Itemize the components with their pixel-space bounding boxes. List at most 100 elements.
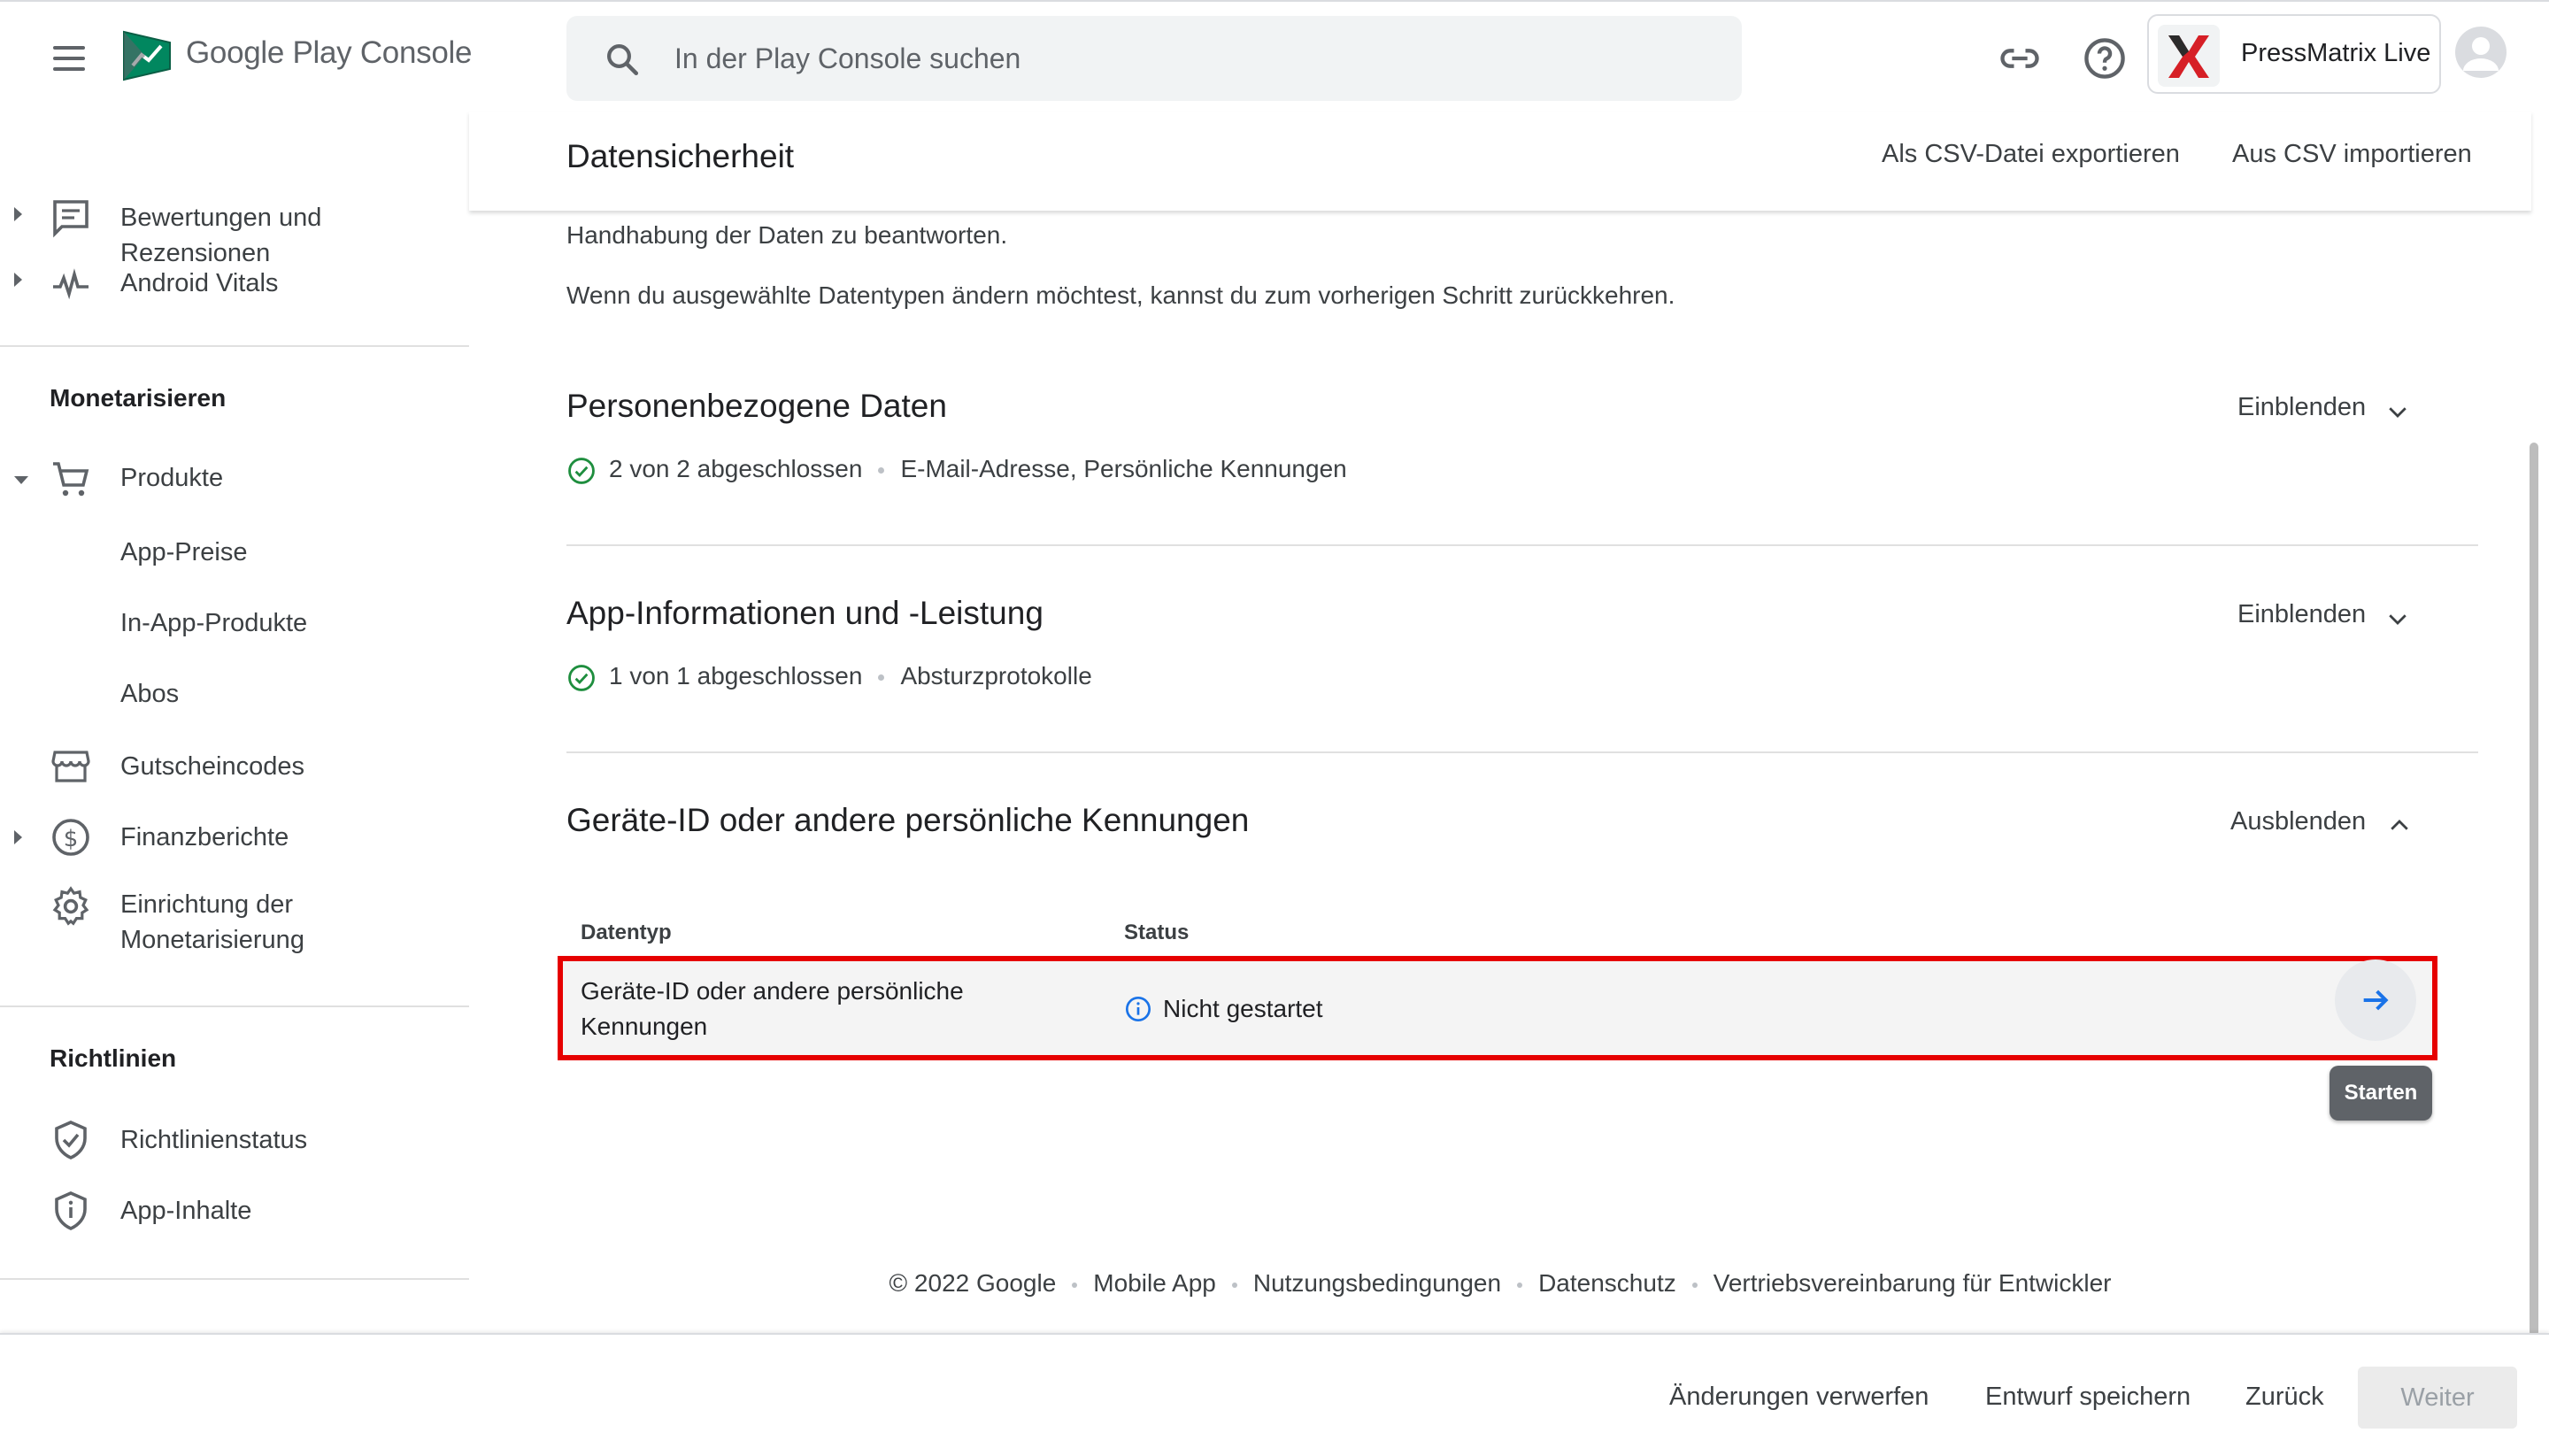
menu-icon[interactable] — [46, 35, 96, 81]
divider — [566, 544, 2478, 546]
shield-info-icon — [55, 1191, 87, 1230]
sidebar-item-subscriptions[interactable]: Abos — [120, 680, 179, 709]
sidebar-item-promo-codes[interactable]: Gutscheincodes — [0, 742, 469, 795]
progress-text: 2 von 2 abgeschlossen — [609, 455, 863, 482]
toggle-label: Ausblenden — [2230, 807, 2367, 836]
sidebar-item-label: Richtlinienstatus — [120, 1126, 308, 1154]
divider — [566, 751, 2478, 753]
section-title: App-Informationen und -Leistung — [566, 595, 1043, 631]
help-icon[interactable] — [2082, 35, 2128, 81]
vitals-icon — [53, 268, 89, 300]
divider — [0, 1005, 469, 1007]
gear-icon — [52, 886, 89, 926]
export-csv-button[interactable]: Als CSV-Datei exportieren — [1882, 140, 2180, 169]
section-status: 1 von 1 abgeschlossen Absturzprotokolle — [566, 662, 1092, 693]
section-title: Geräte-ID oder andere persönliche Kennun… — [566, 802, 1250, 838]
save-draft-button[interactable]: Entwurf speichern — [1985, 1383, 2191, 1412]
sidebar-item-app-prices[interactable]: App-Preise — [120, 538, 247, 567]
main-content: Handhabung der Daten zu beantworten. Wen… — [469, 211, 2531, 1331]
section-title-monetize: Monetarisieren — [50, 384, 227, 412]
play-console-logo — [123, 30, 171, 81]
collapse-toggle[interactable]: Ausblenden — [2230, 807, 2416, 836]
expand-toggle[interactable]: Einblenden — [2237, 600, 2414, 629]
chevron-down-icon — [2389, 614, 2407, 625]
expand-arrow-icon[interactable] — [14, 273, 22, 287]
chevron-down-icon — [2389, 407, 2407, 418]
divider — [0, 345, 469, 347]
brand-title[interactable]: Google Play Console — [186, 35, 472, 71]
account-icon — [2463, 37, 2499, 71]
search-bar[interactable] — [566, 16, 1742, 101]
reviews-icon — [53, 200, 89, 238]
next-button[interactable]: Weiter — [2358, 1367, 2517, 1429]
info-icon — [1126, 997, 1151, 1021]
chevron-up-icon — [2391, 820, 2408, 830]
avatar[interactable] — [2455, 27, 2507, 78]
page-title: Datensicherheit — [566, 138, 795, 174]
sidebar-item-label: App-Inhalte — [120, 1197, 252, 1225]
toggle-label: Einblenden — [2237, 600, 2367, 628]
footer: © 2022 Google Mobile App Nutzungsbedingung… — [469, 1269, 2531, 1298]
app-switcher[interactable]: PressMatrix Live — [2147, 14, 2441, 94]
import-csv-button[interactable]: Aus CSV importieren — [2232, 140, 2472, 169]
check-circle-icon — [568, 457, 595, 484]
sidebar-item-label: Einrichtung der Monetarisierung — [120, 890, 304, 954]
sidebar-item-app-content[interactable]: App-Inhalte — [0, 1188, 469, 1241]
sidebar-item-label: Bewertungen und Rezensionen — [120, 204, 322, 267]
collapse-arrow-icon[interactable] — [14, 476, 28, 484]
column-header-status: Status — [1124, 921, 1190, 944]
section-title-policy: Richtlinien — [50, 1044, 177, 1072]
page-header: Datensicherheit Als CSV-Datei exportiere… — [469, 112, 2531, 211]
expand-arrow-icon[interactable] — [14, 830, 22, 844]
progress-text: 1 von 1 abgeschlossen — [609, 662, 863, 689]
svg-text:$: $ — [64, 826, 79, 852]
sidebar-item-monetization-setup[interactable]: Einrichtung der Monetarisierung — [0, 883, 469, 963]
store-icon — [51, 751, 90, 782]
dollar-icon: $ — [52, 819, 89, 856]
sidebar-item-android-vitals[interactable]: Android Vitals — [0, 262, 469, 315]
data-types-text: E-Mail-Adresse, Persönliche Kennungen — [900, 455, 1347, 482]
footer-link-developer-agreement[interactable]: Vertriebsvereinbarung für Entwickler — [1713, 1269, 2112, 1298]
sidebar-item-reviews[interactable]: Bewertungen und Rezensionen — [0, 154, 469, 267]
search-icon — [607, 44, 639, 76]
table-row[interactable]: Geräte-ID oder andere persönliche Kennun… — [558, 956, 2437, 1060]
brand-google: Google Play — [186, 35, 352, 70]
intro-text: Wenn du ausgewählte Datentypen ändern mö… — [566, 281, 1675, 309]
back-button[interactable]: Zurück — [2245, 1383, 2324, 1412]
search-input[interactable] — [674, 16, 1719, 101]
footer-link-mobile-app[interactable]: Mobile App — [1093, 1269, 1216, 1298]
brand-console: Console — [359, 35, 473, 70]
check-circle-icon — [568, 664, 595, 691]
section-status: 2 von 2 abgeschlossen E-Mail-Adresse, Per… — [566, 455, 1347, 486]
expand-toggle[interactable]: Einblenden — [2237, 393, 2414, 422]
intro-text: Handhabung der Daten zu beantworten. — [566, 221, 1008, 249]
footer-link-privacy[interactable]: Datenschutz — [1538, 1269, 1676, 1298]
divider — [0, 1278, 469, 1280]
start-button[interactable] — [2335, 959, 2416, 1041]
expand-arrow-icon[interactable] — [14, 207, 22, 221]
link-icon[interactable] — [1997, 35, 2043, 81]
sidebar-item-label: Finanzberichte — [120, 823, 289, 851]
scrollbar[interactable] — [2530, 443, 2538, 1337]
arrow-forward-icon — [2363, 990, 2389, 1011]
footer-link-terms[interactable]: Nutzungsbedingungen — [1253, 1269, 1501, 1298]
sidebar-item-label: Produkte — [120, 464, 224, 492]
sidebar-item-in-app-products[interactable]: In-App-Produkte — [120, 609, 307, 638]
sidebar: Bewertungen und Rezensionen Android Vita… — [0, 112, 469, 1333]
sidebar-item-products[interactable]: Produkte — [0, 455, 469, 508]
cart-icon — [53, 462, 89, 497]
cell-data-type: Geräte-ID oder andere persönliche Kennun… — [581, 977, 964, 1040]
sidebar-item-financial-reports[interactable]: $ Finanzberichte — [0, 813, 469, 866]
discard-changes-button[interactable]: Änderungen verwerfen — [1669, 1383, 1929, 1412]
shield-check-icon — [55, 1121, 87, 1159]
toggle-label: Einblenden — [2237, 393, 2367, 421]
tooltip: Starten — [2330, 1066, 2432, 1121]
section-title: Personenbezogene Daten — [566, 388, 947, 424]
app-logo-icon — [2158, 25, 2220, 87]
sidebar-item-label: Gutscheincodes — [120, 752, 304, 781]
top-app-bar: Google Play Console PressMatrix Live — [0, 0, 2549, 112]
cell-status: Nicht gestartet — [1124, 991, 1478, 1027]
sidebar-item-policy-status[interactable]: Richtlinienstatus — [0, 1117, 469, 1170]
column-header-type: Datentyp — [581, 921, 672, 944]
copyright: © 2022 Google — [889, 1269, 1057, 1297]
